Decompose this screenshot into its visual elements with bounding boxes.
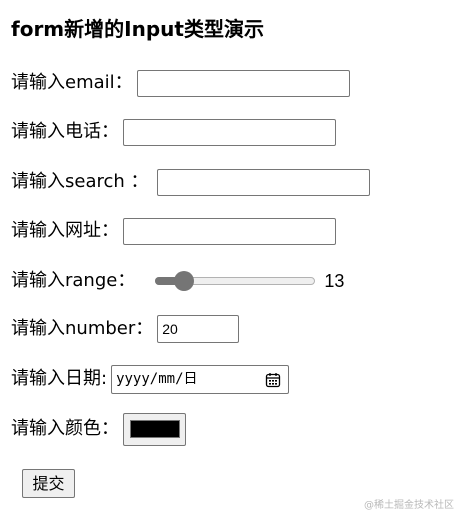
- phone-row: 请输入电话：: [11, 117, 336, 147]
- search-label: 请输入search ：: [11, 171, 149, 192]
- email-input[interactable]: [136, 69, 350, 97]
- email-label: 请输入email：: [11, 72, 133, 93]
- url-row: 请输入网址：: [11, 216, 336, 246]
- range-label: 请输入range：: [11, 270, 136, 291]
- url-input[interactable]: [123, 217, 336, 245]
- phone-input[interactable]: [123, 118, 336, 146]
- range-slider[interactable]: [155, 271, 316, 291]
- date-placeholder: yyyy/mm/日: [116, 370, 198, 387]
- range-value: 13: [324, 270, 345, 291]
- page-title: form新增的Input类型演示: [11, 17, 264, 41]
- color-picker[interactable]: [123, 412, 186, 446]
- date-label: 请输入日期:: [11, 368, 108, 389]
- number-row: 请输入number： 20: [11, 314, 240, 344]
- range-row: 请输入range： 13: [11, 266, 344, 296]
- calendar-icon[interactable]: [265, 372, 281, 388]
- number-input[interactable]: 20: [157, 315, 240, 343]
- watermark: @稀土掘金技术社区: [364, 500, 454, 511]
- date-input[interactable]: yyyy/mm/日: [111, 364, 290, 394]
- submit-button[interactable]: 提交: [22, 469, 75, 498]
- number-label: 请输入number：: [11, 318, 154, 339]
- url-label: 请输入网址：: [11, 220, 119, 241]
- date-row: 请输入日期: yyyy/mm/日: [11, 364, 290, 394]
- email-row: 请输入email：: [11, 68, 350, 98]
- color-row: 请输入颜色：: [11, 412, 186, 446]
- color-label: 请输入颜色：: [11, 418, 119, 439]
- phone-label: 请输入电话：: [11, 121, 119, 142]
- color-swatch: [129, 420, 180, 438]
- search-input[interactable]: [156, 168, 370, 196]
- range-slider-thumb[interactable]: [173, 271, 194, 291]
- search-row: 请输入search ：: [11, 167, 370, 197]
